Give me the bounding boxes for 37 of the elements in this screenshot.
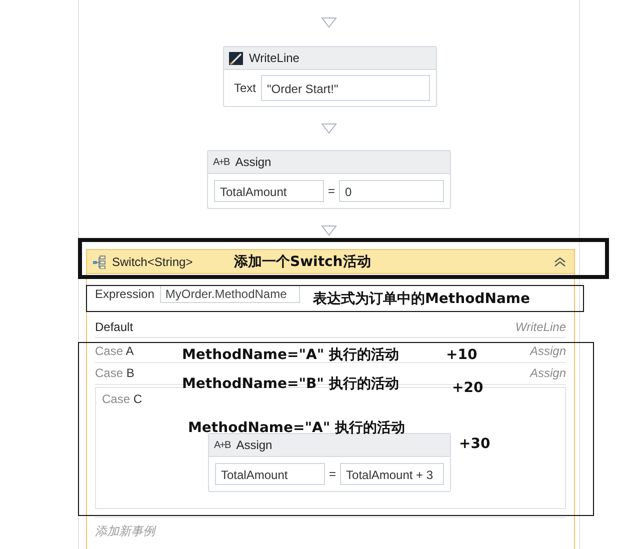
case-label: Case A	[95, 344, 134, 358]
annotation-text: 添加一个Switch活动	[234, 253, 371, 271]
annotation-text: 表达式为订单中的MethodName	[313, 290, 530, 308]
collapse-icon[interactable]	[554, 256, 566, 266]
input-field[interactable]: MyOrder.MethodName	[160, 285, 300, 303]
flowchart-icon	[92, 254, 106, 268]
activity-type: WriteLine	[515, 320, 566, 334]
activity-title: Assign	[235, 155, 272, 169]
drop-arrow-icon	[321, 123, 337, 134]
assign-icon: A+B	[214, 440, 230, 450]
activity-type: Assign	[530, 344, 566, 358]
input-field[interactable]: "Order Start!"	[261, 75, 430, 101]
input-field[interactable]: 0	[339, 180, 444, 202]
drop-arrow-icon	[321, 17, 337, 28]
pencil-square-icon	[229, 52, 243, 64]
input-field[interactable]: TotalAmount	[215, 463, 325, 485]
case-label: Case C	[102, 392, 142, 406]
annotation-text: +30	[459, 436, 490, 452]
annotation-text: MethodName="B" 执行的活动	[182, 375, 399, 393]
annotation-text: +20	[452, 380, 484, 396]
assign-icon: A+B	[213, 156, 230, 168]
case-label: Case B	[95, 366, 134, 380]
activity-title: Assign	[236, 438, 272, 452]
switch-title: Switch<String>	[112, 254, 193, 268]
default-label: Default	[95, 320, 134, 334]
field-label: Expression	[95, 287, 154, 301]
input-field[interactable]: TotalAmount + 3	[340, 463, 444, 485]
equals-sign: =	[328, 184, 336, 198]
field-label: Text	[234, 81, 256, 95]
annotation-text: MethodName="A" 执行的活动	[182, 346, 399, 364]
input-field[interactable]: TotalAmount	[214, 180, 324, 202]
equals-sign: =	[329, 467, 336, 481]
annotation-text: MethodName="A" 执行的活动	[188, 419, 405, 437]
activity-title: WriteLine	[249, 51, 300, 65]
activity-type: Assign	[530, 366, 566, 380]
annotation-text: +10	[446, 347, 478, 363]
drop-arrow-icon	[321, 225, 337, 236]
